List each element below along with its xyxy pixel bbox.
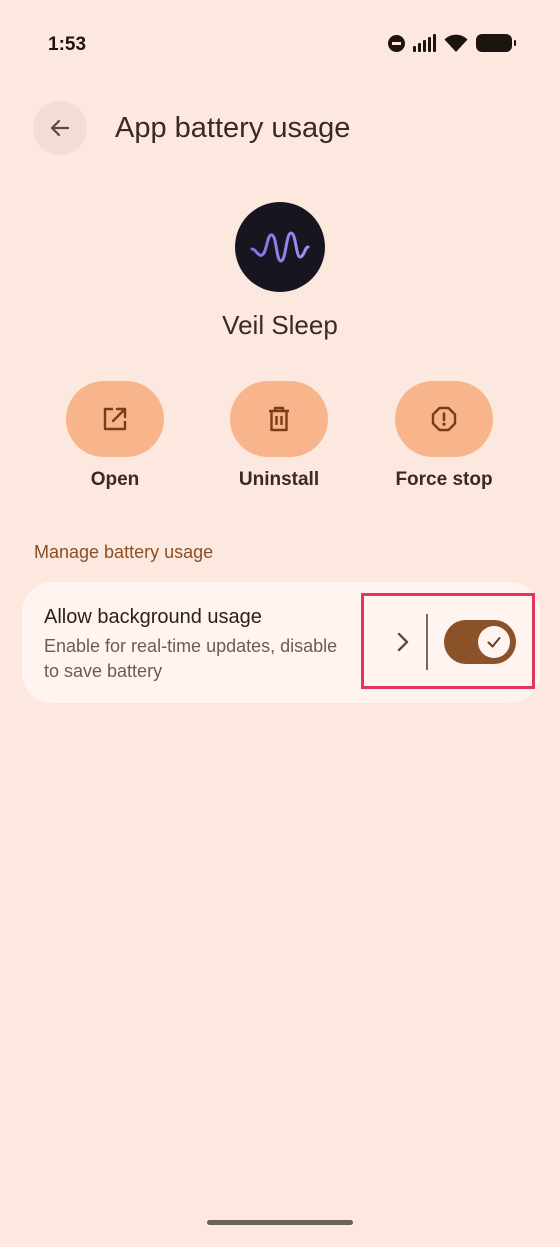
chevron-right-icon xyxy=(397,632,409,652)
app-icon xyxy=(235,202,325,292)
open-label: Open xyxy=(90,469,140,490)
navigation-handle[interactable] xyxy=(207,1220,353,1225)
stop-octagon-icon xyxy=(431,406,457,432)
toggle-thumb xyxy=(478,626,510,658)
wifi-icon xyxy=(444,34,468,52)
status-time: 1:53 xyxy=(48,34,87,55)
uninstall-label: Uninstall xyxy=(238,469,320,490)
divider xyxy=(426,614,428,670)
open-button[interactable] xyxy=(66,381,164,457)
arrow-left-icon xyxy=(50,119,70,137)
trash-icon xyxy=(269,406,289,432)
battery-icon xyxy=(476,34,516,52)
setting-description: Enable for real-time updates, disable to… xyxy=(44,636,338,681)
check-icon xyxy=(487,637,501,648)
waveform-icon xyxy=(250,231,310,263)
page-title: App battery usage xyxy=(115,111,351,144)
section-header: Manage battery usage xyxy=(34,542,214,562)
details-chevron-button[interactable] xyxy=(388,624,418,660)
uninstall-action: Uninstall xyxy=(199,381,359,491)
background-usage-toggle[interactable] xyxy=(444,620,516,664)
background-usage-card[interactable]: Allow background usage Enable for real-t… xyxy=(22,582,540,703)
open-external-icon xyxy=(103,407,127,431)
back-button[interactable] xyxy=(33,101,87,155)
force-stop-label: Force stop xyxy=(395,469,493,490)
status-bar: 1:53 xyxy=(0,0,560,90)
force-stop-button[interactable] xyxy=(395,381,493,457)
setting-title: Allow background usage xyxy=(44,606,262,628)
force-stop-action: Force stop xyxy=(364,381,524,491)
uninstall-button[interactable] xyxy=(230,381,328,457)
app-bar: App battery usage xyxy=(33,100,540,156)
status-icons xyxy=(388,33,516,53)
signal-icon xyxy=(413,34,436,52)
open-action: Open xyxy=(35,381,195,491)
do-not-disturb-icon xyxy=(388,34,405,52)
app-name: Veil Sleep xyxy=(222,310,338,340)
